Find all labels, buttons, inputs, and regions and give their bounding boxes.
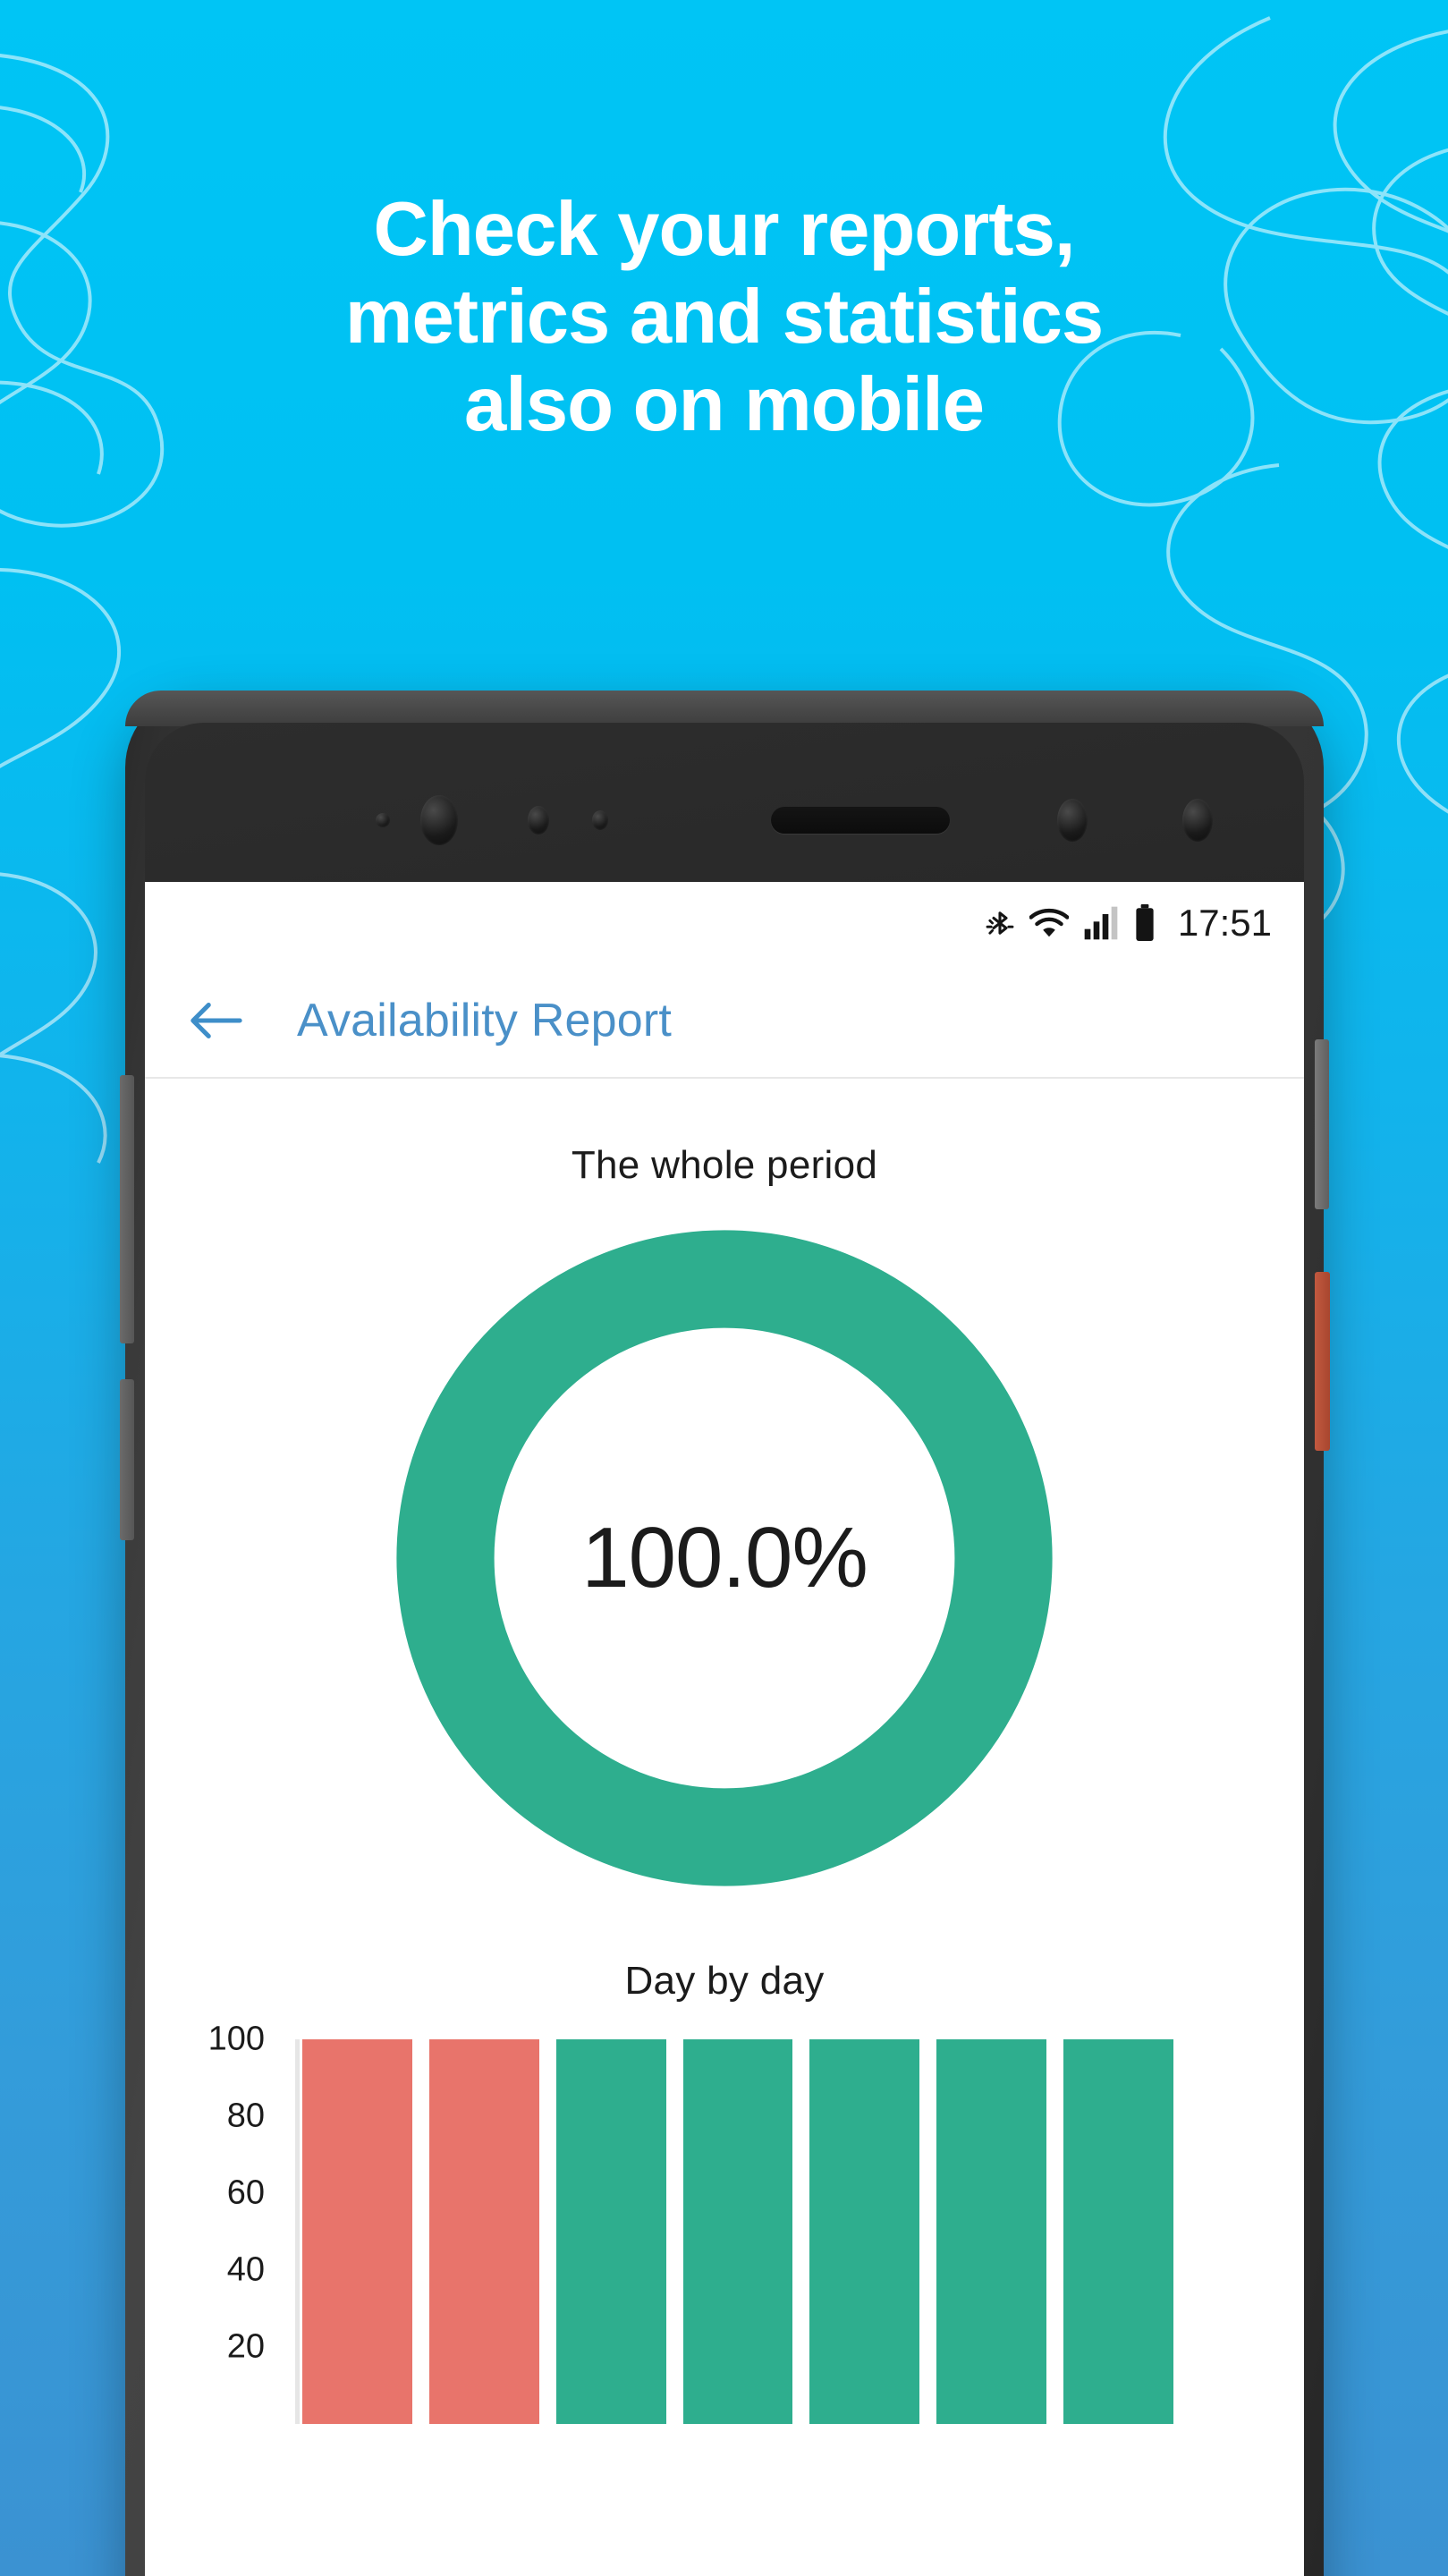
y-axis-tick: 80: [226, 2097, 265, 2135]
promo-headline: Check your reports, metrics and statisti…: [0, 186, 1448, 448]
status-bar: 17:51: [145, 882, 1304, 964]
volume-up-button[interactable]: [120, 1075, 134, 1343]
bar[interactable]: [682, 2039, 793, 2424]
power-button[interactable]: [1315, 1039, 1329, 1209]
y-axis-tick: 60: [226, 2174, 265, 2212]
light-sensor-icon: [592, 810, 608, 830]
donut-center-value: 100.0%: [581, 1510, 868, 1606]
proximity-sensor-icon: [376, 813, 390, 827]
phone-screen: 17:51 Availability Report The whole peri…: [145, 882, 1304, 2576]
report-content: The whole period 100.0% Day by day 100 80…: [145, 1079, 1304, 2576]
headline-line-3: also on mobile: [463, 361, 985, 447]
headline-line-2: metrics and statistics: [344, 274, 1104, 360]
secondary-sensor-icon: [1182, 799, 1213, 842]
bar[interactable]: [1063, 2039, 1174, 2424]
bar[interactable]: [428, 2039, 539, 2424]
status-bar-clock: 17:51: [1177, 902, 1272, 944]
app-bar: Availability Report: [145, 964, 1304, 1079]
bar[interactable]: [302, 2039, 412, 2424]
phone-top-rim: [125, 691, 1324, 726]
bar[interactable]: [555, 2039, 666, 2424]
bar[interactable]: [936, 2039, 1047, 2424]
front-camera-icon: [420, 795, 458, 845]
bixby-button[interactable]: [1315, 1272, 1330, 1451]
y-axis-tick: 20: [226, 2327, 265, 2366]
battery-icon: [1133, 904, 1156, 942]
whole-period-heading: The whole period: [571, 1143, 878, 1187]
headline-line-1: Check your reports,: [373, 187, 1075, 272]
y-axis-line: [295, 2039, 300, 2424]
volume-down-button[interactable]: [120, 1379, 134, 1540]
arrow-left-icon[interactable]: [188, 999, 243, 1042]
y-axis-tick: 40: [226, 2250, 265, 2289]
day-by-day-heading: Day by day: [624, 1959, 825, 2003]
bluetooth-icon: [985, 904, 1015, 942]
front-sensor-row: [145, 789, 1304, 852]
cellular-signal-icon: [1083, 905, 1119, 941]
y-axis: 100 80 60 40 20: [145, 2021, 288, 2424]
wifi-icon: [1029, 906, 1069, 940]
earpiece-speaker-icon: [771, 807, 950, 834]
bar-series: [302, 2039, 1174, 2424]
day-by-day-bar-chart: 100 80 60 40 20: [145, 2021, 1304, 2424]
availability-donut-chart: 100.0%: [376, 1209, 1073, 1907]
y-axis-tick: 100: [207, 2020, 265, 2058]
iris-sensor-icon: [528, 806, 549, 835]
phone-mockup: 17:51 Availability Report The whole peri…: [120, 691, 1330, 2576]
ir-emitter-icon: [1057, 799, 1088, 842]
bar[interactable]: [809, 2039, 920, 2424]
page-title: Availability Report: [297, 995, 673, 1046]
